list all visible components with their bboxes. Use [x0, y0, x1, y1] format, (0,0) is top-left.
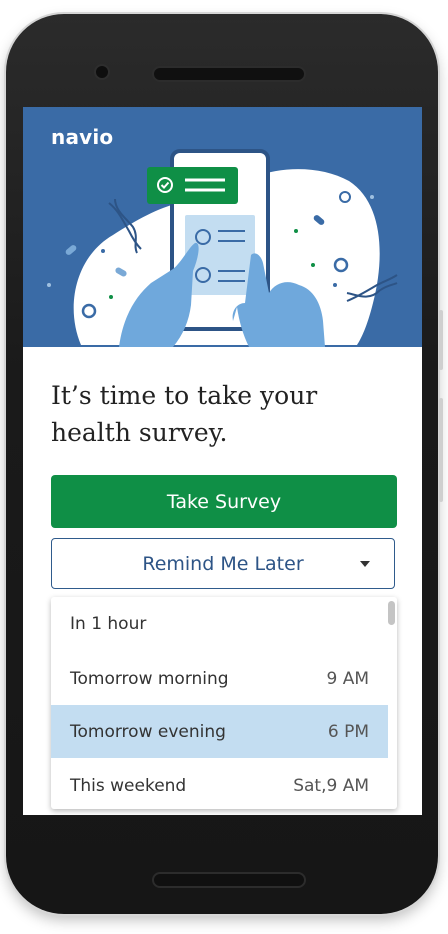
top-speaker — [152, 66, 306, 82]
front-camera — [94, 64, 110, 80]
dropdown-scrollbar[interactable] — [388, 601, 395, 625]
option-time: 9 AM — [326, 668, 369, 689]
bottom-speaker — [152, 872, 306, 888]
option-tomorrow-evening[interactable]: Tomorrow evening 6 PM — [51, 705, 388, 758]
option-label: Tomorrow evening — [70, 721, 226, 742]
hero-banner: navio — [23, 107, 422, 347]
phone-side-button — [439, 398, 443, 502]
take-survey-button[interactable]: Take Survey — [51, 475, 397, 528]
page-title: It’s time to take your health survey. — [51, 381, 318, 447]
brand-logo: navio — [51, 125, 114, 149]
remind-options-dropdown: In 1 hour Tomorrow morning 9 AM Tomorrow… — [51, 597, 397, 809]
remind-later-select[interactable]: Remind Me Later — [51, 538, 395, 589]
option-in-1-hour[interactable]: In 1 hour — [51, 597, 388, 650]
option-label: This weekend — [70, 775, 187, 796]
app-screen: navio It’s time to take your health surv… — [23, 107, 422, 815]
option-label: Tomorrow morning — [70, 668, 229, 689]
option-this-weekend[interactable]: This weekend Sat,9 AM — [51, 759, 388, 809]
remind-later-label: Remind Me Later — [142, 552, 304, 575]
option-label: In 1 hour — [70, 613, 147, 634]
option-tomorrow-morning[interactable]: Tomorrow morning 9 AM — [51, 652, 388, 705]
option-time: 6 PM — [327, 721, 369, 742]
phone-side-button — [439, 310, 443, 370]
caret-down-icon — [360, 561, 370, 567]
option-time: Sat,9 AM — [293, 775, 369, 796]
